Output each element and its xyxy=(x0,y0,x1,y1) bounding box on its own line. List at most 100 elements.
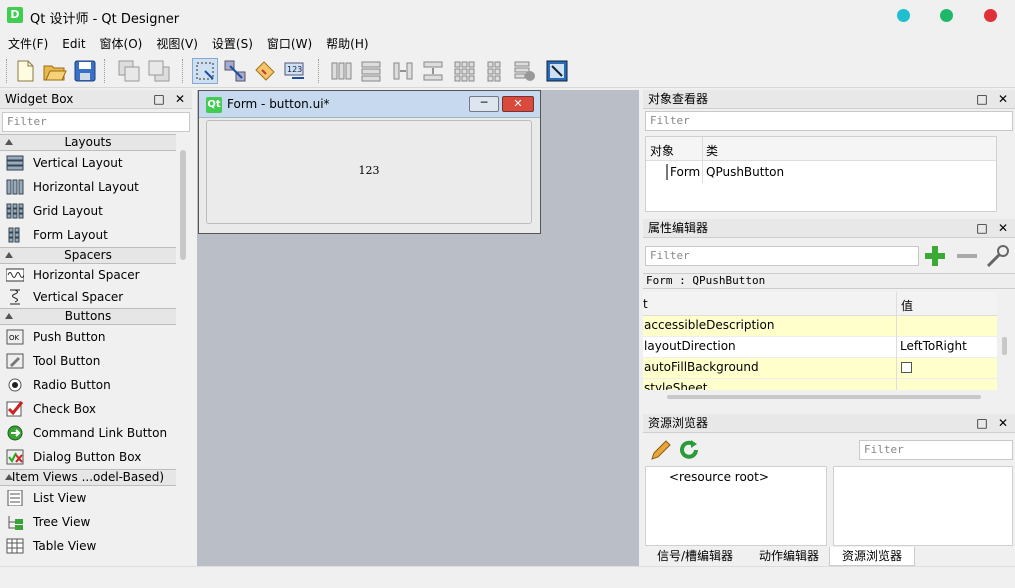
object-filter-input[interactable]: Filter xyxy=(645,111,1013,131)
list-item[interactable]: OK Push Button xyxy=(0,325,176,349)
widget-box-scrollbar[interactable] xyxy=(180,150,186,260)
list-item[interactable]: Vertical Layout xyxy=(0,151,176,175)
table-row[interactable]: autoFillBackground xyxy=(643,358,997,379)
category-item-views[interactable]: Item Views ...odel-Based) xyxy=(0,469,176,486)
menu-settings[interactable]: 设置(S) xyxy=(204,32,259,54)
save-icon[interactable] xyxy=(72,58,98,84)
status-bar xyxy=(0,566,1015,588)
open-folder-icon[interactable] xyxy=(42,58,68,84)
bring-forward-icon[interactable] xyxy=(116,58,142,84)
resource-browser-title: 资源浏览器 xyxy=(648,416,709,430)
form-minimize-button[interactable]: ─ xyxy=(469,96,499,112)
list-item[interactable]: Table View xyxy=(0,534,176,558)
object-inspector-dock: 对象查看器 □ ✕ Filter 对象 类 Form QPushButton xyxy=(643,90,1015,214)
list-item[interactable]: Radio Button xyxy=(0,373,176,397)
table-row[interactable]: styleSheet xyxy=(643,379,997,390)
float-icon[interactable]: □ xyxy=(975,219,989,237)
close-icon[interactable]: ✕ xyxy=(173,90,187,108)
menu-file[interactable]: 文件(F) xyxy=(0,32,54,54)
list-item[interactable]: Grid Layout xyxy=(0,199,176,223)
widget-filter-input[interactable]: Filter xyxy=(2,112,190,132)
adjust-size-icon[interactable] xyxy=(544,58,570,84)
table-row[interactable]: Form QPushButton xyxy=(646,161,996,183)
form-close-button[interactable]: ✕ xyxy=(502,96,534,112)
table-row[interactable]: layoutDirection LeftToRight xyxy=(643,337,997,358)
edit-resources-icon[interactable] xyxy=(649,438,673,462)
minimize-button[interactable] xyxy=(897,9,910,22)
list-item[interactable]: Dialog Button Box xyxy=(0,445,176,469)
edit-widgets-icon[interactable] xyxy=(192,58,218,84)
float-icon[interactable]: □ xyxy=(975,414,989,432)
layout-form-icon[interactable] xyxy=(482,58,508,84)
push-button[interactable]: 123 xyxy=(206,120,532,224)
list-item[interactable]: List View xyxy=(0,486,176,510)
list-item[interactable]: Tool Button xyxy=(0,349,176,373)
svg-text:OK: OK xyxy=(9,334,20,342)
menu-help[interactable]: 帮助(H) xyxy=(318,32,374,54)
float-icon[interactable]: □ xyxy=(975,90,989,108)
close-icon[interactable]: ✕ xyxy=(996,414,1010,432)
edit-buddies-icon[interactable] xyxy=(252,58,278,84)
tab-resource-browser[interactable]: 资源浏览器 xyxy=(829,547,915,566)
remove-property-icon[interactable] xyxy=(955,244,979,268)
new-file-icon[interactable] xyxy=(12,58,38,84)
layout-split-vertical-icon[interactable] xyxy=(420,58,446,84)
close-icon[interactable]: ✕ xyxy=(996,219,1010,237)
object-inspector-title: 对象查看器 xyxy=(648,92,709,106)
add-property-icon[interactable] xyxy=(923,244,949,268)
layout-horizontal-icon[interactable] xyxy=(328,58,354,84)
dock-tab-bar: 信号/槽编辑器 动作编辑器 资源浏览器 xyxy=(643,547,1015,566)
widget-box-dock: Widget Box □ ✕ Filter Layouts Vertical L… xyxy=(0,90,192,566)
list-item[interactable]: Command Link Button xyxy=(0,421,176,445)
value-column-header[interactable]: 值 xyxy=(901,297,913,314)
edit-signals-icon[interactable] xyxy=(222,58,248,84)
layout-vertical-icon[interactable] xyxy=(358,58,384,84)
property-column-header[interactable]: t xyxy=(643,297,648,311)
tab-action-editor[interactable]: 动作编辑器 xyxy=(747,547,831,566)
resource-file-list xyxy=(833,466,1013,546)
table-row[interactable]: accessibleDescription xyxy=(643,316,997,337)
object-inspector-header: 对象查看器 □ ✕ xyxy=(643,90,1015,109)
resource-tree: <resource root> xyxy=(645,466,827,546)
layout-grid-icon[interactable] xyxy=(452,58,478,84)
resource-filter-input[interactable]: Filter xyxy=(859,440,1013,460)
property-vscrollbar[interactable] xyxy=(1002,337,1007,355)
float-icon[interactable]: □ xyxy=(152,90,166,108)
resource-root-item[interactable]: <resource root> xyxy=(669,470,769,484)
menu-edit[interactable]: Edit xyxy=(54,32,91,54)
object-column-header[interactable]: 对象 xyxy=(650,142,674,159)
widget-box-title: Widget Box xyxy=(5,92,74,106)
list-item[interactable]: Horizontal Layout xyxy=(0,175,176,199)
form-title: Form - button.ui* xyxy=(227,97,330,111)
list-item[interactable]: Horizontal Spacer xyxy=(0,264,176,286)
edit-tab-order-icon[interactable]: 123 xyxy=(282,58,308,84)
menu-form[interactable]: 窗体(O) xyxy=(92,32,149,54)
class-column-header[interactable]: 类 xyxy=(706,142,718,159)
checkbox[interactable] xyxy=(901,362,912,373)
window-title: Qt 设计师 - Qt Designer xyxy=(30,12,180,27)
property-hscrollbar[interactable] xyxy=(643,394,1008,400)
category-buttons[interactable]: Buttons xyxy=(0,308,176,325)
menu-window[interactable]: 窗口(W) xyxy=(259,32,318,54)
close-button[interactable] xyxy=(984,9,997,22)
list-item[interactable]: Tree View xyxy=(0,510,176,534)
tab-signal-slot-editor[interactable]: 信号/槽编辑器 xyxy=(647,547,743,566)
category-spacers[interactable]: Spacers xyxy=(0,247,176,264)
close-icon[interactable]: ✕ xyxy=(996,90,1010,108)
break-layout-icon[interactable] xyxy=(512,58,538,84)
form-window[interactable]: Qt Form - button.ui* ─ ✕ 123 xyxy=(198,90,541,234)
configure-wrench-icon[interactable] xyxy=(985,243,1011,269)
send-back-icon[interactable] xyxy=(146,58,172,84)
app-icon: D xyxy=(7,7,23,23)
category-layouts[interactable]: Layouts xyxy=(0,134,176,151)
list-item[interactable]: Vertical Spacer xyxy=(0,286,176,308)
maximize-button[interactable] xyxy=(940,9,953,22)
property-filter-input[interactable]: Filter xyxy=(645,246,919,266)
menu-view[interactable]: 视图(V) xyxy=(148,32,204,54)
reload-icon[interactable] xyxy=(677,438,701,462)
list-item[interactable]: Form Layout xyxy=(0,223,176,247)
form-title-bar[interactable]: Qt Form - button.ui* ─ ✕ xyxy=(199,91,540,118)
layout-split-horizontal-icon[interactable] xyxy=(390,58,416,84)
list-item[interactable]: Check Box xyxy=(0,397,176,421)
property-editor-header: 属性编辑器 □ ✕ xyxy=(643,219,1015,238)
